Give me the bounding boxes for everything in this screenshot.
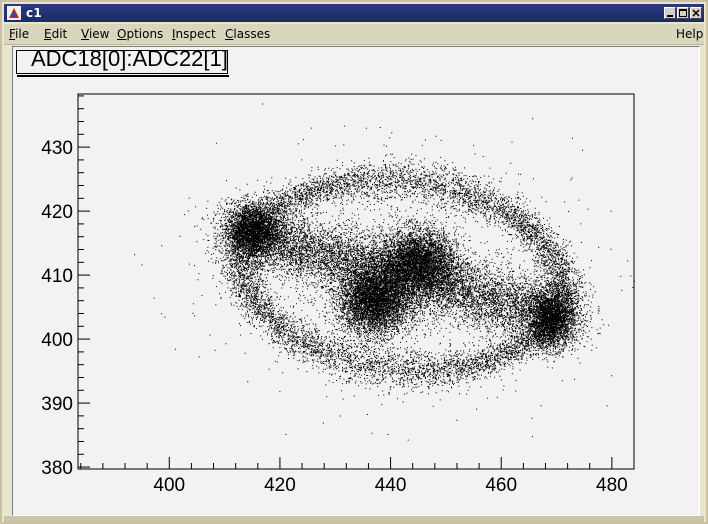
menu-view-mnemonic: V <box>81 27 89 41</box>
menu-options[interactable]: Options <box>117 27 163 41</box>
maximize-icon <box>679 9 687 17</box>
y-tick-label: 380 <box>41 458 73 479</box>
root-canvas-window: c1 File Edit View Options Inspect Classe… <box>0 0 708 524</box>
x-tick-label: 400 <box>153 475 185 496</box>
x-tick-label: 440 <box>375 475 407 496</box>
menu-bar: File Edit View Options Inspect Classes H… <box>4 24 704 45</box>
menu-file[interactable]: File <box>9 27 29 41</box>
menu-inspect[interactable]: Inspect <box>172 27 216 41</box>
menu-edit[interactable]: Edit <box>44 27 67 41</box>
menu-options-rest: ptions <box>126 27 164 41</box>
minimize-button[interactable] <box>664 7 676 19</box>
menu-classes-rest: lasses <box>233 27 271 41</box>
title-bar[interactable]: c1 <box>4 4 704 22</box>
title-box-shadow <box>17 75 229 77</box>
y-tick-label: 390 <box>41 394 73 415</box>
x-tick-label: 420 <box>264 475 296 496</box>
scatter-points-path <box>134 103 635 441</box>
root-canvas[interactable]: 400 420 440 460 480 380 390 400 410 420 430 ADC18[… <box>12 46 700 516</box>
menu-view-rest: iew <box>88 27 110 41</box>
window-title: c1 <box>26 6 42 20</box>
x-tick-label: 480 <box>596 475 628 496</box>
menu-help[interactable]: Help <box>676 27 703 41</box>
x-tick-label: 460 <box>485 475 517 496</box>
y-tick-label: 430 <box>41 138 73 159</box>
menu-edit-mnemonic: E <box>44 27 52 41</box>
y-tick-label: 400 <box>41 330 73 351</box>
menu-file-rest: ile <box>15 27 30 41</box>
scatter-plot[interactable]: 400 420 440 460 480 380 390 400 410 420 430 <box>13 47 699 515</box>
scatter-points <box>134 103 635 441</box>
minimize-icon <box>667 15 673 17</box>
maximize-button[interactable] <box>677 7 689 19</box>
close-button[interactable] <box>690 7 702 19</box>
histogram-title: ADC18[0]:ADC22[1] <box>31 46 228 71</box>
menu-classes[interactable]: Classes <box>225 27 270 41</box>
plot-frame <box>77 93 635 470</box>
close-icon <box>692 9 700 17</box>
window-bottom-edge <box>4 516 704 522</box>
menu-edit-rest: dit <box>51 27 68 41</box>
root-app-icon[interactable] <box>7 6 21 20</box>
y-tick-label: 410 <box>41 266 73 287</box>
y-tick-label: 420 <box>41 202 73 223</box>
menu-inspect-rest: nspect <box>175 27 216 41</box>
menu-view[interactable]: View <box>81 27 109 41</box>
